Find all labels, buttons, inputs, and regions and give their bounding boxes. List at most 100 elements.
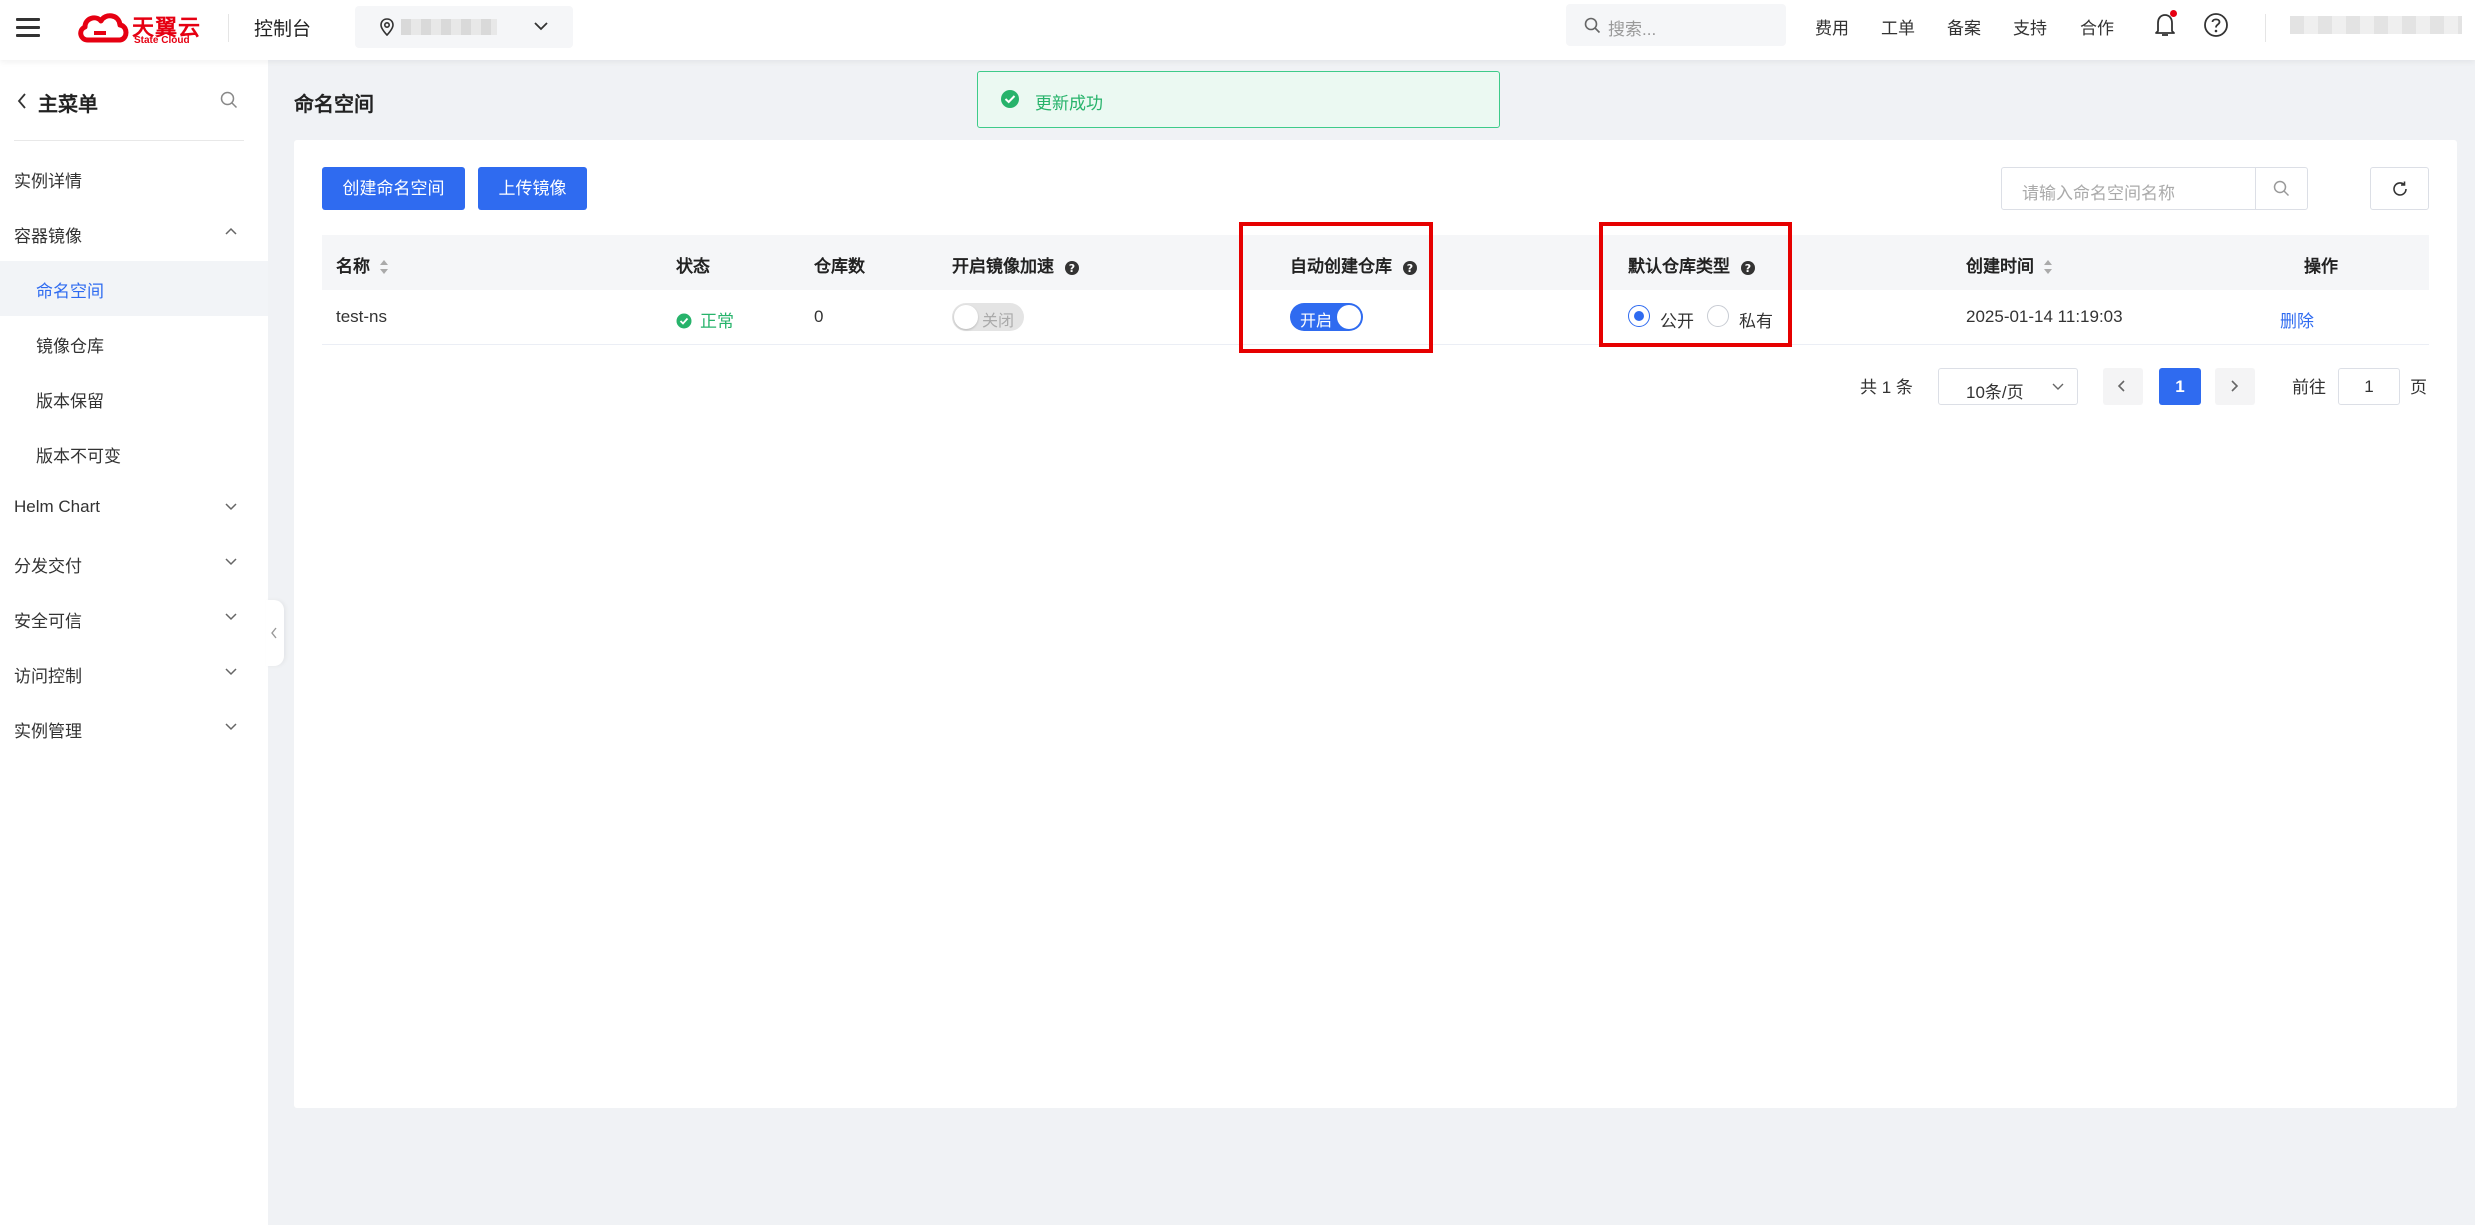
sidebar-item-label: 版本不可变 [36,447,121,466]
search-icon [2273,180,2290,197]
column-header-image-accel: 开启镜像加速? [952,252,1080,277]
global-search-placeholder: 搜索... [1608,20,1657,39]
page-number-current[interactable]: 1 [2159,368,2201,405]
chevron-down-icon [225,723,237,731]
sidebar-item-access-control[interactable]: 访问控制 [0,646,268,701]
column-header-repo-count: 仓库数 [814,257,865,276]
chevron-down-icon [2052,383,2064,390]
chevron-right-icon [2231,380,2239,392]
sidebar-item-instance-details[interactable]: 实例详情 [0,151,268,206]
nav-link-partner[interactable]: 合作 [2080,14,2114,39]
namespace-panel: 创建命名空间 上传镜像 请输入命名空间名称 名称 状态 仓库数 开启镜像加速? … [294,140,2457,1108]
logo[interactable]: 天翼云 State Cloud [76,8,206,48]
goto-label: 前往 [2292,378,2326,397]
toast-message: 更新成功 [1035,94,1103,113]
search-icon [1584,17,1601,34]
chevron-down-icon [225,503,237,511]
sidebar-item-security[interactable]: 安全可信 [0,591,268,646]
console-link[interactable]: 控制台 [254,14,311,41]
check-circle-icon [676,313,692,329]
nav-link-billing[interactable]: 费用 [1815,14,1849,39]
sidebar-item-distribution[interactable]: 分发交付 [0,536,268,591]
nav-link-ticket[interactable]: 工单 [1881,14,1915,39]
sidebar-item-helm-chart[interactable]: Helm Chart [0,481,268,536]
sidebar-item-label: 安全可信 [14,612,82,631]
toggle-label: 关闭 [982,313,1015,330]
highlight-box-repo-type [1599,222,1792,347]
divider [228,14,229,42]
sidebar-item-label: 访问控制 [14,667,82,686]
next-page-button[interactable] [2215,368,2255,405]
search-icon[interactable] [220,91,238,109]
notification-dot [2170,10,2177,17]
column-header-created-time[interactable]: 创建时间 [1966,252,2054,278]
sort-icon[interactable] [378,257,390,277]
region-name-redacted [401,19,497,35]
chevron-down-icon [534,22,548,31]
namespace-search-input[interactable]: 请输入命名空间名称 [2001,167,2308,210]
highlight-box-auto-create [1239,222,1433,353]
sidebar-item-label: 实例详情 [14,172,82,191]
sidebar-item-label: 分发交付 [14,557,82,576]
sidebar: 主菜单 实例详情 容器镜像 命名空间 镜像仓库 版本保留 版本不可变 Helm … [0,60,268,1225]
prev-page-button[interactable] [2103,368,2143,405]
created-time: 2025-01-14 11:19:03 [1966,307,2123,326]
delete-link[interactable]: 删除 [2280,307,2314,332]
location-pin-icon [380,18,394,36]
chevron-down-icon [225,668,237,676]
nav-link-filing[interactable]: 备案 [1947,14,1981,39]
sidebar-item-image-repos[interactable]: 镜像仓库 [0,316,268,371]
svg-text:?: ? [1069,262,1075,275]
refresh-icon [2393,181,2407,196]
region-selector[interactable] [355,6,573,48]
success-toast: 更新成功 [977,71,1500,128]
nav-link-support[interactable]: 支持 [2013,14,2047,39]
pagination-total: 共 1 条 [1860,378,1913,397]
chevron-up-icon [225,227,237,235]
chevron-down-icon [225,558,237,566]
global-search[interactable]: 搜索... [1566,4,1786,46]
sidebar-item-instance-management[interactable]: 实例管理 [0,701,268,756]
cloud-logo-icon [78,13,129,43]
page-size-select[interactable]: 10条/页 [1938,368,2078,405]
upload-image-button[interactable]: 上传镜像 [478,167,587,210]
goto-suffix: 页 [2410,378,2427,397]
chevron-left-icon [2117,380,2125,392]
sidebar-item-label: Helm Chart [14,497,100,516]
sidebar-item-label: 镜像仓库 [36,337,104,356]
create-namespace-button[interactable]: 创建命名空间 [322,167,465,210]
divider [2265,14,2266,42]
check-circle-icon [1001,90,1019,108]
sidebar-item-label: 实例管理 [14,722,82,741]
sidebar-item-label: 命名空间 [36,282,104,301]
chevron-left-icon[interactable] [16,92,28,110]
user-account-redacted[interactable] [2290,16,2462,34]
logo-subtext: State Cloud [134,35,190,46]
help-icon[interactable] [2203,12,2229,38]
refresh-button[interactable] [2370,167,2429,210]
sidebar-collapse-handle[interactable] [266,600,284,666]
chevron-left-icon [271,627,277,639]
sidebar-item-container-images[interactable]: 容器镜像 [0,206,268,261]
column-header-actions: 操作 [2304,257,2338,276]
status-badge: 正常 [676,307,734,332]
page-size-value: 10条/页 [1966,383,2024,402]
search-button[interactable] [2255,168,2307,209]
sidebar-item-label: 版本保留 [36,392,104,411]
page-title: 命名空间 [294,94,374,116]
sidebar-item-label: 容器镜像 [14,227,82,246]
repo-count: 0 [814,307,824,326]
sidebar-item-version-retention[interactable]: 版本保留 [0,371,268,426]
sidebar-item-version-immutable[interactable]: 版本不可变 [0,426,268,481]
goto-page-input[interactable]: 1 [2338,368,2400,405]
image-accel-toggle[interactable]: 关闭 [952,303,1024,331]
column-header-status: 状态 [676,257,710,276]
sort-icon[interactable] [2042,257,2054,277]
sidebar-item-namespaces[interactable]: 命名空间 [0,261,268,316]
top-bar: 天翼云 State Cloud 控制台 搜索... 费用 工单 备案 支持 合作 [0,0,2475,60]
column-header-name[interactable]: 名称 [336,252,390,278]
question-circle-icon[interactable]: ? [1064,260,1080,276]
toggle-knob [954,305,978,329]
hamburger-menu-icon[interactable] [16,18,40,38]
chevron-down-icon [225,613,237,621]
